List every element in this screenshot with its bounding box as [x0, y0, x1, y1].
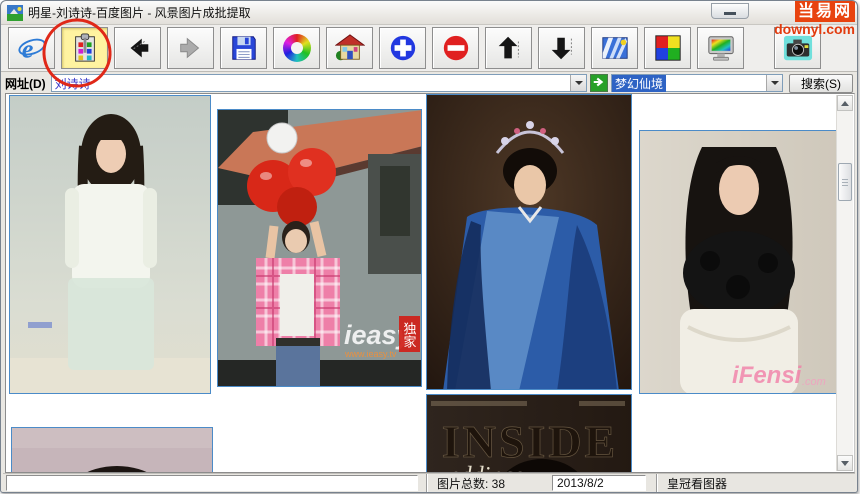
photo-5-art — [12, 428, 213, 473]
search-button[interactable]: 搜索(S) — [789, 74, 853, 93]
move-up-icon — [494, 33, 524, 63]
scroll-down-button[interactable] — [837, 455, 853, 471]
toolbar-add-button[interactable] — [379, 27, 426, 69]
keyword-value[interactable]: 梦幻仙境 — [612, 75, 666, 92]
toolbar-color-wheel-button[interactable] — [273, 27, 320, 69]
magazine-masthead: INSIDE — [442, 416, 619, 467]
url-combobox[interactable]: 刘诗诗 — [51, 74, 587, 92]
toolbar-move-down-button[interactable] — [538, 27, 585, 69]
save-icon — [229, 33, 259, 63]
move-down-icon — [547, 33, 577, 63]
go-button[interactable] — [590, 74, 608, 92]
status-image-count: 图片总数: 38 — [426, 474, 544, 492]
toolbar-camera-button[interactable] — [774, 27, 821, 69]
svg-text:e: e — [21, 34, 33, 63]
toolbar-remove-button[interactable] — [432, 27, 479, 69]
image-filter-icon — [600, 33, 630, 63]
magazine-subtitle: weddings — [433, 463, 524, 473]
toolbar-move-up-button[interactable] — [485, 27, 532, 69]
url-dropdown-arrow-icon[interactable] — [570, 75, 586, 91]
keyword-combobox[interactable]: 梦幻仙境 — [611, 74, 783, 92]
scroll-up-button[interactable] — [837, 95, 853, 111]
minimize-button[interactable] — [711, 3, 749, 19]
camera-icon — [783, 33, 813, 63]
toolbar-batch-extract-button[interactable] — [61, 27, 108, 69]
status-bar: 图片总数: 38 2013/8/2 皇冠看图器 — [3, 473, 855, 492]
keyword-dropdown-arrow-icon[interactable] — [766, 75, 782, 91]
photo-4-watermark-suffix: .com — [802, 376, 826, 388]
toolbar-save-button[interactable] — [220, 27, 267, 69]
caret-down-icon — [575, 81, 583, 85]
toolbar-ie-browser-button[interactable]: e — [8, 27, 55, 69]
titlebar: 明星-刘诗诗-百度图片 - 风景图片成批提取 — [1, 1, 857, 24]
home-icon — [335, 33, 365, 63]
toolbar-display-button[interactable] — [697, 27, 744, 69]
toolbar-color-grid-button[interactable] — [644, 27, 691, 69]
toolbar-home-button[interactable] — [326, 27, 373, 69]
photo-4-art: iFensi .com — [640, 131, 837, 394]
display-icon — [706, 33, 736, 63]
status-viewer-name: 皇冠看图器 — [656, 474, 855, 492]
color-grid-icon — [653, 33, 683, 63]
photo-6-art: INSIDE weddings — [427, 395, 632, 473]
color-wheel-icon — [283, 34, 311, 62]
thumbnail-photo-3[interactable] — [426, 94, 632, 390]
add-icon — [388, 33, 418, 63]
scroll-up-icon — [841, 101, 849, 106]
remove-icon — [441, 33, 471, 63]
thumbnail-photo-1[interactable] — [9, 95, 211, 394]
thumbnail-photo-6[interactable]: INSIDE weddings — [426, 394, 632, 473]
url-label: 网址(D) — [5, 75, 46, 92]
photo-3-art — [427, 95, 632, 390]
scrollbar-thumb[interactable] — [838, 163, 852, 201]
forward-icon — [176, 33, 206, 63]
photo-4-watermark-brand: iFensi — [732, 362, 803, 389]
address-bar: 网址(D) 刘诗诗 梦幻仙境 搜索(S) — [1, 73, 857, 93]
thumbnail-photo-2[interactable]: ieasy 独家 www.ieasy.tv — [217, 109, 422, 387]
status-date: 2013/8/2 — [552, 475, 646, 491]
batch-extract-icon — [70, 33, 100, 63]
image-grid: ieasy 独家 www.ieasy.tv — [5, 93, 855, 473]
app-icon — [7, 5, 23, 21]
thumbnail-photo-5[interactable] — [11, 427, 213, 473]
scroll-down-icon — [841, 461, 849, 466]
scrollbar-track[interactable] — [837, 111, 853, 455]
ie-browser-icon: e — [17, 33, 47, 63]
photo-2-art: ieasy 独家 www.ieasy.tv — [218, 110, 422, 387]
status-panel-empty — [6, 475, 418, 491]
back-icon — [123, 33, 153, 63]
go-arrow-icon — [592, 75, 606, 89]
scrollbar-grip-icon — [842, 179, 848, 186]
minimize-icon — [724, 12, 736, 15]
thumbnail-photo-4[interactable]: iFensi .com — [639, 130, 837, 394]
toolbar-image-filter-button[interactable] — [591, 27, 638, 69]
photo-2-watermark-url: www.ieasy.tv — [344, 349, 397, 359]
toolbar-forward-button[interactable] — [167, 27, 214, 69]
toolbar: e — [1, 24, 857, 72]
photo-1-art — [10, 96, 211, 394]
window-title: 明星-刘诗诗-百度图片 - 风景图片成批提取 — [28, 4, 251, 21]
caret-down-icon — [771, 81, 779, 85]
url-value[interactable]: 刘诗诗 — [52, 75, 570, 92]
vertical-scrollbar[interactable] — [836, 95, 853, 471]
photo-2-watermark-badge: 独家 — [402, 322, 417, 348]
toolbar-back-button[interactable] — [114, 27, 161, 69]
app-window: 明星-刘诗诗-百度图片 - 风景图片成批提取 当易网 downyl.com e — [0, 0, 858, 493]
